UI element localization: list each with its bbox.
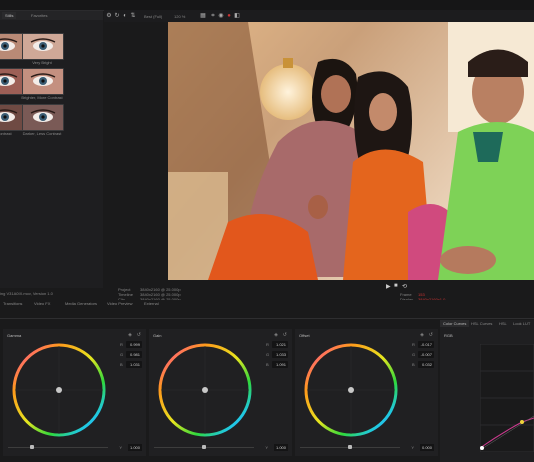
y-label: Y	[411, 445, 414, 450]
master-wheel-slider[interactable]	[154, 445, 254, 449]
g-label: G	[120, 352, 124, 357]
master-value[interactable]: 1.000	[273, 444, 288, 451]
r-value[interactable]: 1.021	[272, 341, 288, 348]
g-label: G	[412, 352, 416, 357]
wheel-title: Offset	[299, 333, 310, 338]
curve-point[interactable]	[520, 420, 524, 424]
wheel-center-handle[interactable]	[56, 387, 62, 393]
gallery-panel: Stills Favorites Very Bright Brighter, Mo…	[0, 11, 103, 288]
still-thumbnail[interactable]	[22, 104, 64, 131]
clip-filename: ing V31A0IX.mov, Version 1.0	[0, 291, 53, 296]
wheel-title: Gamma	[7, 333, 22, 338]
master-value[interactable]: 0.000	[419, 444, 434, 451]
r-value[interactable]: -0.017	[418, 341, 434, 348]
tab-video-fx[interactable]: Video FX	[31, 300, 53, 307]
viewer-toolbar: ⚙ ↻ ◐ ⇅ Best (Full) 120 % ▦ ⌗ ◉ ● ◧	[104, 10, 534, 22]
b-value[interactable]: 1.091	[272, 361, 288, 368]
wheel-center-handle[interactable]	[348, 387, 354, 393]
slider-knob[interactable]	[30, 445, 34, 449]
slider-knob[interactable]	[202, 445, 206, 449]
wheel-center-handle[interactable]	[202, 387, 208, 393]
wheel-values: R 1.021 G 1.033 B 1.091	[266, 341, 288, 371]
b-label: B	[412, 362, 415, 367]
curves-title: RGB	[444, 333, 453, 338]
tab-stills[interactable]: Stills	[2, 12, 17, 19]
wheel-mode-icon[interactable]: ◈	[128, 332, 132, 338]
highlight-icon[interactable]: ◉	[218, 13, 224, 19]
master-wheel-slider[interactable]	[300, 445, 400, 449]
tab-look-lut[interactable]: Look LUT	[510, 320, 533, 327]
wheel-mode-icon[interactable]: ◈	[420, 332, 424, 338]
crop-icon[interactable]: ⌗	[210, 13, 216, 19]
gallery-tabs: Stills Favorites	[0, 11, 103, 20]
wheel-values: R 0.999 G 0.981 B 1.031	[120, 341, 142, 371]
curves-panel: Color Curves HSL Curves HSL Look LUT RGB	[440, 320, 534, 462]
curves-tabs: Color Curves HSL Curves HSL Look LUT	[440, 320, 534, 328]
color-wheel-3: Offset ↺ ◈ R -0.017 G -0.007 B 0.032 Y 0.000	[295, 329, 438, 456]
tab-hsl-curves[interactable]: HSL Curves	[468, 320, 495, 327]
record-icon[interactable]: ●	[226, 13, 232, 19]
b-label: B	[120, 362, 123, 367]
r-value[interactable]: 0.999	[126, 341, 142, 348]
still-thumbnail[interactable]	[22, 33, 64, 60]
reset-icon[interactable]: ↺	[283, 332, 287, 338]
mark-icon[interactable]: ◧	[234, 13, 240, 19]
gear-icon[interactable]: ⚙	[106, 13, 112, 19]
g-value[interactable]: 1.033	[272, 351, 288, 358]
g-label: G	[266, 352, 270, 357]
master-wheel-slider[interactable]	[8, 445, 108, 449]
master-value[interactable]: 1.000	[127, 444, 142, 451]
tab-hsl[interactable]: HSL	[496, 320, 510, 327]
thumbnail-label: Very Bright	[32, 60, 52, 65]
curve-graph[interactable]	[480, 344, 534, 452]
tab-media-generators[interactable]: Media Generators	[62, 300, 100, 307]
g-value[interactable]: -0.007	[418, 351, 434, 358]
tab-color-curves[interactable]: Color Curves	[440, 320, 470, 327]
wheel-title: Gain	[153, 333, 162, 338]
zoom-percent[interactable]: 120 %	[174, 14, 185, 19]
refresh-icon[interactable]: ↻	[114, 13, 120, 19]
thumbnail-label: Darker, Less Contrast	[22, 131, 62, 136]
g-value[interactable]: 0.981	[126, 351, 142, 358]
panel-divider	[0, 318, 534, 319]
wheel-values: R -0.017 G -0.007 B 0.032	[412, 341, 434, 371]
slider-knob[interactable]	[348, 445, 352, 449]
grid-icon[interactable]: ▦	[200, 13, 206, 19]
color-wheel-ring[interactable]	[11, 342, 107, 438]
thumbnail-label: Brighter, More Contrast	[21, 95, 63, 100]
color-wheel-1: Gamma ↺ ◈ R 0.999 G 0.981 B 1.031 Y 1.000	[3, 329, 146, 456]
tab-favorites[interactable]: Favorites	[28, 12, 50, 19]
color-wheel-2: Gain ↺ ◈ R 1.021 G 1.033 B 1.091 Y 1.000	[149, 329, 292, 456]
loop-icon[interactable]: ⟲	[402, 283, 407, 290]
play-icon[interactable]: ▶	[386, 283, 391, 290]
reset-icon[interactable]: ↺	[429, 332, 433, 338]
color-wheel-ring[interactable]	[303, 342, 399, 438]
curve-point[interactable]	[480, 446, 484, 450]
wipe-icon[interactable]: ◐	[122, 13, 128, 19]
reset-icon[interactable]: ↺	[137, 332, 141, 338]
viewer-image[interactable]	[168, 22, 534, 280]
split-icon[interactable]: ⇅	[130, 13, 136, 19]
wheel-mode-icon[interactable]: ◈	[274, 332, 278, 338]
r-label: R	[412, 342, 415, 347]
tab-transitions[interactable]: Transitions	[0, 300, 25, 307]
r-label: R	[120, 342, 123, 347]
b-label: B	[266, 362, 269, 367]
tab-external[interactable]: External	[141, 300, 162, 307]
b-value[interactable]: 0.032	[418, 361, 434, 368]
y-label: Y	[119, 445, 122, 450]
tab-video-preview[interactable]: Video Preview	[104, 300, 136, 307]
y-label: Y	[265, 445, 268, 450]
still-thumbnail[interactable]	[22, 68, 64, 95]
video-frame	[168, 22, 534, 280]
color-wheel-ring[interactable]	[157, 342, 253, 438]
r-label: R	[266, 342, 269, 347]
viewer-info-bar: Project 3840x2160 @ 25.000p Timeline 384…	[104, 280, 534, 302]
effects-tabs: Transitions Video FX Media Generators Vi…	[0, 300, 534, 308]
zoom-quality[interactable]: Best (Full)	[144, 14, 162, 19]
b-value[interactable]: 1.031	[126, 361, 142, 368]
stop-icon[interactable]: ■	[394, 283, 398, 289]
